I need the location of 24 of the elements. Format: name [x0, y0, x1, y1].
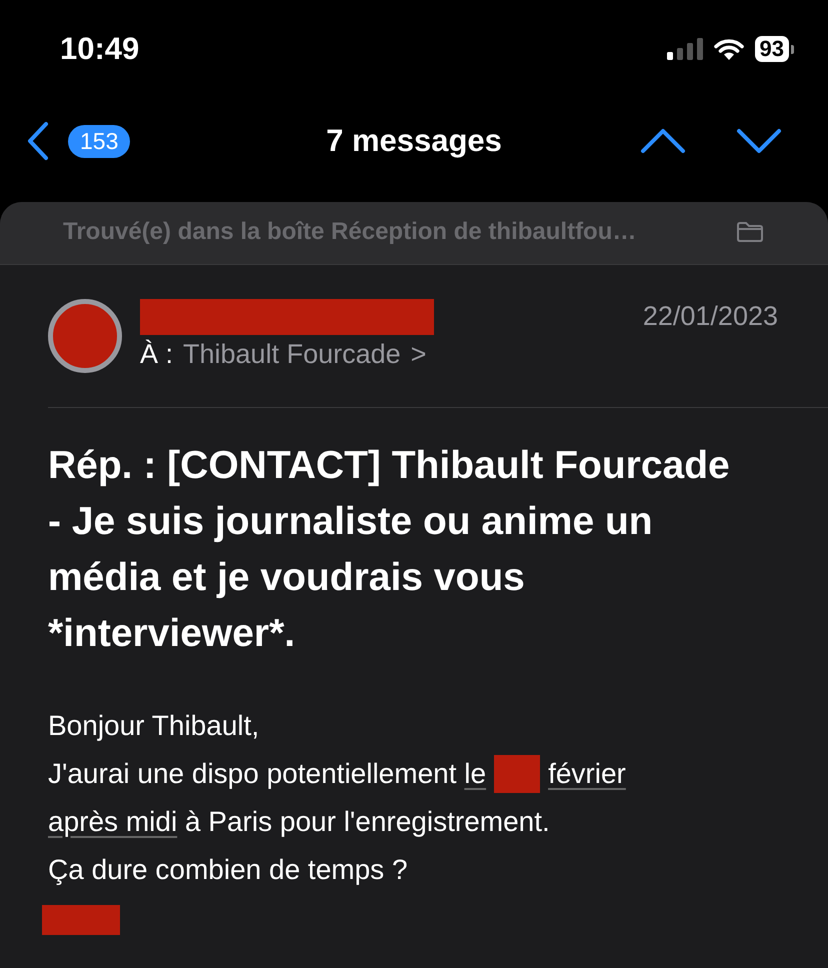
unread-count-badge[interactable]: 153 — [68, 124, 130, 158]
date-link[interactable]: le février — [464, 754, 626, 794]
status-time: 10:49 — [60, 31, 140, 67]
body-line: Bonjour Thibault, — [48, 709, 260, 743]
redaction-block — [494, 755, 540, 793]
battery-level: 93 — [754, 36, 789, 62]
chevron-text[interactable]: > — [410, 339, 426, 370]
mailbox-banner-text: Trouvé(e) dans la boîte Réception de thibaultfou… — [63, 218, 636, 246]
message-date: 22/01/2023 — [642, 301, 778, 332]
wifi-icon — [712, 37, 745, 61]
signal-icon — [666, 38, 703, 60]
battery-tip — [791, 44, 794, 54]
message-subject: Rép. : [CONTACT] Thibault Fourcade - Je suis journaliste ou anime un média et je voudrais vous *interviewer*. — [48, 443, 731, 657]
to-label: À : — [140, 339, 174, 370]
chevron-up-icon[interactable] — [640, 128, 686, 154]
body-line: Ça dure combien de temps ? — [48, 853, 409, 887]
recipient-name[interactable]: Thibault Fourcade — [183, 339, 401, 370]
body-line: J'aurai une dispo potentiellement le février — [48, 750, 780, 798]
chevron-down-icon[interactable] — [736, 128, 782, 154]
body-line: après midi à Paris pour l'enregistrement. — [48, 798, 780, 846]
nav-title: 7 messages — [326, 123, 502, 159]
back-chevron-icon[interactable] — [26, 121, 50, 161]
date-link[interactable]: après midi — [48, 802, 178, 842]
folder-icon[interactable] — [736, 221, 764, 243]
